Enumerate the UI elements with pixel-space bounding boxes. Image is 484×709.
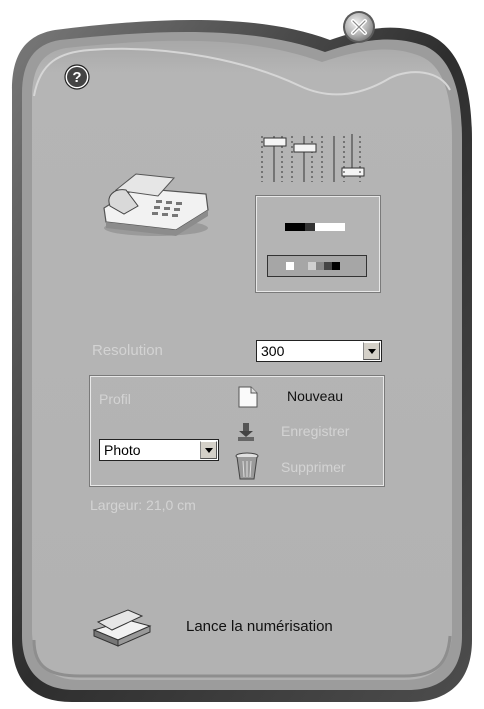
new-profile-label: Nouveau	[287, 388, 344, 404]
chevron-down-icon[interactable]	[363, 342, 380, 360]
svg-text:?: ?	[72, 69, 81, 86]
delete-profile-label: Supprimer	[281, 459, 346, 475]
profile-label: Profil	[99, 391, 131, 407]
resolution-value: 300	[261, 343, 285, 359]
resolution-select[interactable]: 300	[256, 340, 382, 362]
save-profile-label: Enregistrer	[281, 423, 350, 439]
profile-group: Profil Photo Nouveau Enregistrer Supprim…	[89, 375, 385, 487]
image-adjust-panel	[255, 195, 381, 293]
help-icon: ?	[64, 64, 90, 90]
adjustment-sliders-icon[interactable]	[256, 128, 376, 188]
chevron-down-icon[interactable]	[200, 441, 217, 459]
profile-value: Photo	[104, 442, 141, 458]
start-scan-label: Lance la numérisation	[186, 618, 333, 635]
close-icon	[343, 11, 375, 43]
close-button[interactable]	[342, 10, 376, 44]
brightness-bar	[286, 262, 340, 270]
brightness-control[interactable]	[267, 255, 367, 277]
start-scan-button[interactable]: Lance la numérisation	[88, 604, 388, 650]
window-frame	[12, 19, 472, 703]
scanner-icon	[92, 609, 152, 647]
resolution-label: Resolution	[92, 342, 163, 359]
width-info: Largeur: 21,0 cm	[90, 497, 196, 513]
help-button[interactable]: ?	[64, 64, 90, 90]
contrast-bar[interactable]	[285, 223, 349, 233]
new-profile-button[interactable]: Nouveau	[231, 383, 381, 409]
scanner-window: ? Resolution 300 Profil Photo Nouveau En…	[0, 0, 484, 709]
new-document-icon	[238, 386, 258, 408]
scanner-device-icon	[103, 173, 209, 236]
save-profile-button[interactable]: Enregistrer	[231, 419, 381, 443]
delete-profile-button[interactable]: Supprimer	[231, 451, 381, 481]
profile-select[interactable]: Photo	[99, 439, 219, 461]
trash-icon	[235, 452, 259, 480]
save-icon	[238, 423, 254, 441]
